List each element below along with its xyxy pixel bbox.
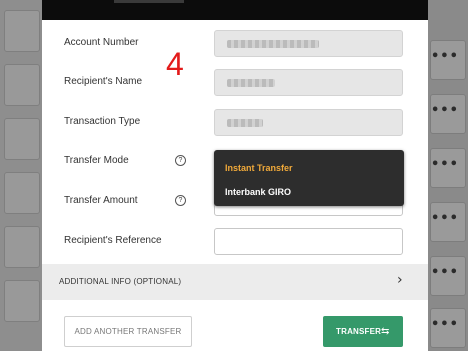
more-icon[interactable]: ••• (431, 211, 459, 226)
background-card (4, 280, 40, 322)
add-another-transfer-button[interactable]: ADD ANOTHER TRANSFER (64, 316, 192, 347)
background-row: ••• (430, 94, 466, 134)
background-card (4, 64, 40, 106)
background-panel-left (0, 0, 42, 351)
account-number-label: Account Number (64, 37, 139, 48)
account-number-field (214, 30, 403, 57)
background-card (4, 118, 40, 160)
recipient-reference-input[interactable] (214, 228, 403, 255)
recipient-name-field (214, 69, 403, 96)
transaction-type-field (214, 109, 403, 136)
step-annotation: 4 (166, 46, 184, 82)
more-icon[interactable]: ••• (431, 317, 459, 332)
more-icon[interactable]: ••• (431, 103, 459, 118)
help-icon[interactable]: ? (175, 195, 186, 206)
transfer-mode-dropdown[interactable]: Instant Transfer Interbank GIRO (214, 150, 404, 206)
dropdown-option-instant-transfer[interactable]: Instant Transfer (225, 163, 293, 173)
help-icon[interactable]: ? (175, 155, 186, 166)
additional-info-toggle[interactable]: ADDITIONAL INFO (OPTIONAL) › (42, 264, 428, 300)
transfer-button-label: TRANSFER (336, 327, 382, 336)
background-card (4, 10, 40, 52)
more-icon[interactable]: ••• (431, 49, 459, 64)
header-placeholder-bar (114, 0, 184, 3)
transfer-mode-label: Transfer Mode (64, 155, 129, 166)
swap-icon: ⇆ (381, 326, 390, 337)
redacted-value (227, 119, 263, 127)
background-card (4, 226, 40, 268)
recipient-name-label: Recipient's Name (64, 76, 143, 87)
transfer-modal: Account Number 4 Recipient's Name Transa… (42, 0, 428, 351)
background-row: ••• (430, 40, 466, 80)
more-icon[interactable]: ••• (431, 265, 459, 280)
transfer-button[interactable]: TRANSFER ⇆ (323, 316, 403, 347)
modal-header-bar (42, 0, 428, 20)
transaction-type-label: Transaction Type (64, 116, 141, 127)
background-card (4, 172, 40, 214)
background-row: ••• (430, 202, 466, 242)
background-row: ••• (430, 256, 466, 296)
redacted-value (227, 79, 275, 87)
background-row: ••• (430, 148, 466, 188)
additional-info-label: ADDITIONAL INFO (OPTIONAL) (59, 277, 182, 286)
chevron-right-icon: › (397, 272, 403, 288)
more-icon[interactable]: ••• (431, 157, 459, 172)
background-row: ••• (430, 308, 466, 348)
recipient-reference-label: Recipient's Reference (64, 235, 162, 246)
dropdown-option-interbank-giro[interactable]: Interbank GIRO (225, 187, 291, 197)
transfer-amount-label: Transfer Amount (64, 195, 138, 206)
redacted-value (227, 40, 319, 48)
